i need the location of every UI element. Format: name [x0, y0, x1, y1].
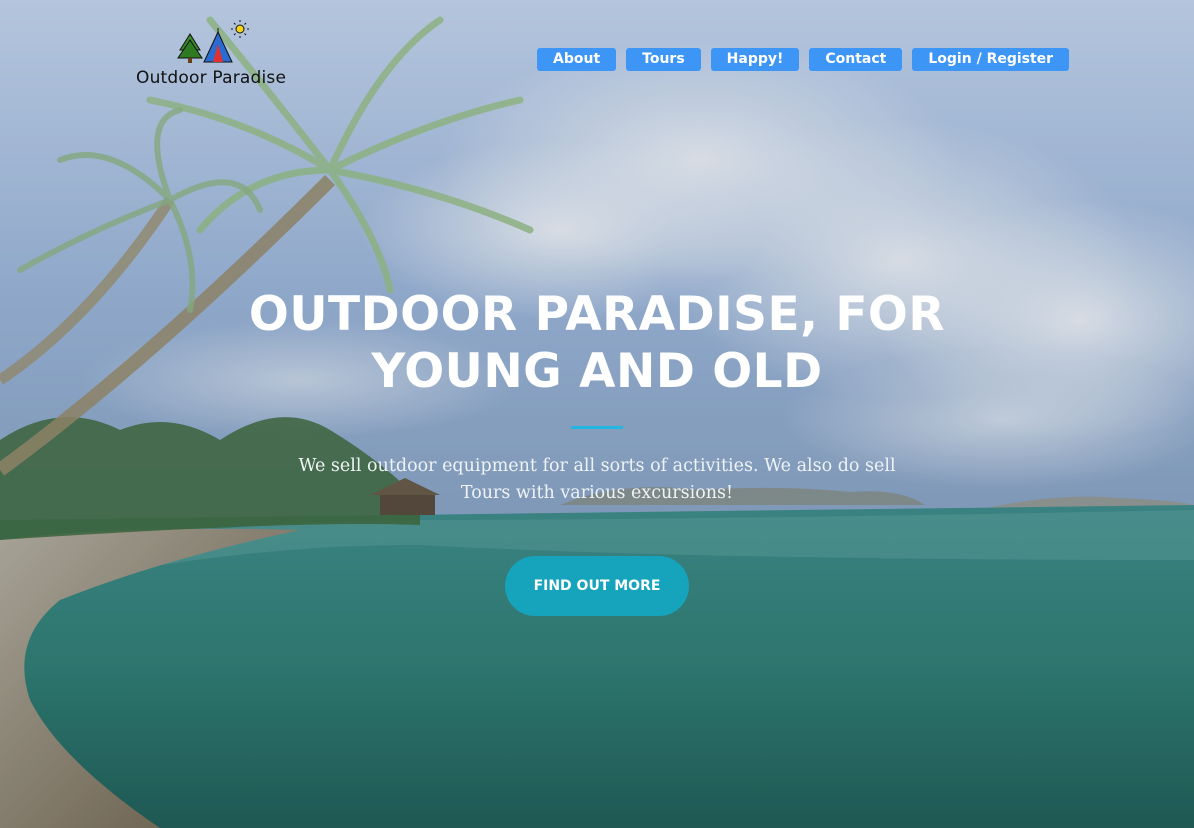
- brand-name: Outdoor Paradise: [136, 68, 287, 88]
- hero-headline-line-1: OUTDOOR PARADISE, FOR: [248, 287, 946, 342]
- hero-subtext-line-1: We sell outdoor equipment for all sorts …: [298, 456, 896, 476]
- main-nav: About Tours Happy! Contact Login / Regis…: [537, 48, 1070, 71]
- brand-logo[interactable]: Outdoor Paradise: [134, 18, 287, 92]
- hero-section: Outdoor Paradise About Tours Happy! Cont…: [0, 0, 1194, 828]
- hero-divider: [571, 426, 623, 429]
- nav-happy-button[interactable]: Happy!: [710, 48, 800, 71]
- nav-tours-button[interactable]: Tours: [626, 48, 701, 71]
- hero-subtext: We sell outdoor equipment for all sorts …: [247, 453, 947, 507]
- hero-background-image: [0, 0, 1194, 828]
- pine-tree-icon: [177, 33, 203, 63]
- hero-subtext-line-2: Tours with various excursions!: [460, 483, 734, 503]
- hero-headline: OUTDOOR PARADISE, FOR YOUNG AND OLD: [197, 286, 997, 400]
- sun-icon: [231, 20, 249, 38]
- hero-headline-line-2: YOUNG AND OLD: [371, 344, 823, 399]
- nav-contact-button[interactable]: Contact: [809, 48, 903, 71]
- nav-login-register-button[interactable]: Login / Register: [912, 48, 1070, 71]
- logo-mark: [177, 20, 249, 63]
- find-out-more-button[interactable]: FIND OUT MORE: [505, 556, 689, 616]
- nav-about-button[interactable]: About: [537, 48, 617, 71]
- tent-icon: [203, 28, 233, 63]
